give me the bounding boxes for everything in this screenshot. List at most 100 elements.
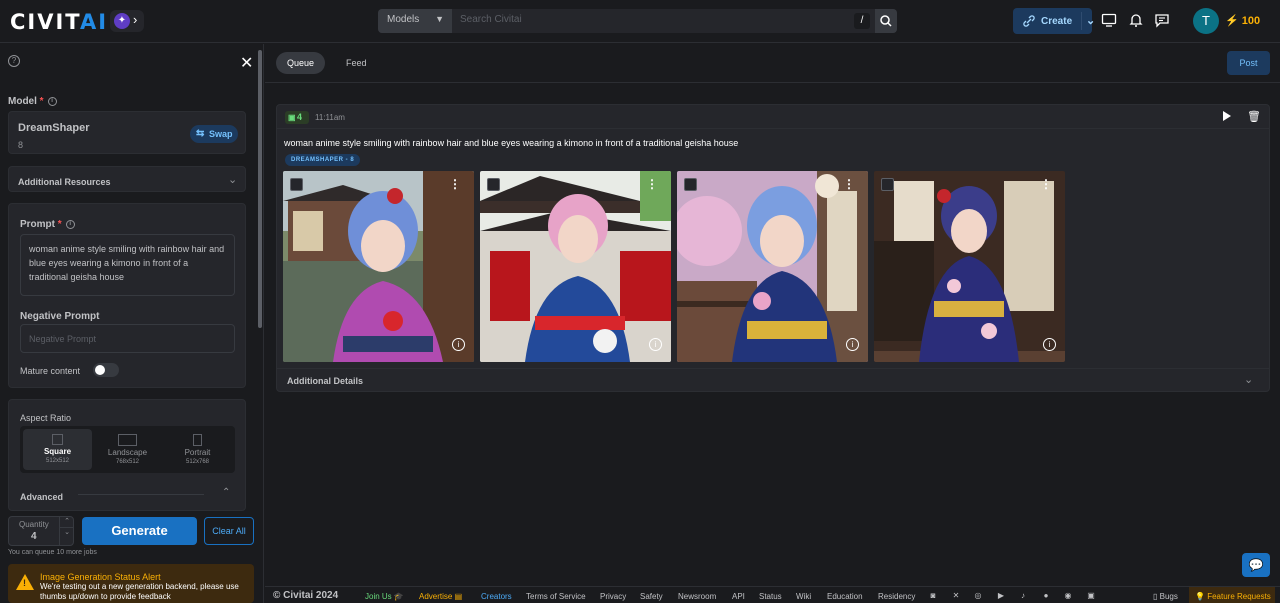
generation-prompt[interactable]: woman anime style smiling with rainbow h… <box>284 138 738 148</box>
chat-fab-button[interactable]: 💬 <box>1242 553 1270 577</box>
square-icon <box>52 434 63 445</box>
additional-details-accordion[interactable]: Additional Details ⌄ <box>277 368 1269 392</box>
more-options-icon[interactable]: ⋮ <box>646 177 658 191</box>
clear-all-button[interactable]: Clear All <box>204 517 254 545</box>
x-icon[interactable]: ✕ <box>950 591 962 602</box>
footer-link-privacy[interactable]: Privacy <box>600 592 626 601</box>
decrement-icon[interactable]: ⌄ <box>60 527 74 536</box>
advanced-accordion[interactable]: Advanced ⌃ <box>20 487 235 503</box>
footer-link-bugs[interactable]: ▯ Bugs <box>1153 592 1178 601</box>
increment-icon[interactable]: ⌃ <box>60 517 74 525</box>
generated-image[interactable]: ⋮ i <box>480 171 671 362</box>
chevron-down-icon: ⌄ <box>1086 15 1096 27</box>
aspect-square-option[interactable]: Square 512x512 <box>23 429 92 470</box>
footer-link-safety[interactable]: Safety <box>640 592 663 601</box>
create-button[interactable]: Create ⌄ <box>1013 8 1096 34</box>
sidebar-scrollbar[interactable] <box>258 50 262 328</box>
warning-icon: ! <box>16 574 34 590</box>
model-name: DreamShaper <box>18 122 90 134</box>
image-select-checkbox[interactable] <box>684 178 697 191</box>
search-category-select[interactable]: Models ▼ <box>378 9 452 33</box>
generate-button[interactable]: Generate <box>82 517 197 545</box>
github-icon[interactable]: ◉ <box>1062 591 1074 602</box>
generation-main-panel: Queue Feed Post ▣ 4 11:11am 🗑 woman anime… <box>265 44 1280 584</box>
generate-screen-icon[interactable] <box>1101 12 1117 28</box>
prompt-textarea[interactable]: woman anime style smiling with rainbow h… <box>20 234 235 296</box>
generated-image[interactable]: ⋮ i <box>677 171 868 362</box>
footer-link-terms[interactable]: Terms of Service <box>526 592 586 601</box>
footer-link-status[interactable]: Status <box>759 592 782 601</box>
reddit-icon[interactable]: ● <box>1040 591 1052 602</box>
tab-feed[interactable]: Feed <box>335 52 378 74</box>
additional-resources-accordion[interactable]: Additional Resources ⌄ <box>8 166 246 192</box>
generation-time: 11:11am <box>315 113 345 122</box>
tab-queue[interactable]: Queue <box>276 52 326 74</box>
image-count-badge: ▣ 4 <box>285 111 309 124</box>
lightning-icon: ⚡ <box>1225 15 1239 27</box>
chat-icon: 💬 <box>1248 558 1264 572</box>
image-select-checkbox[interactable] <box>881 178 894 191</box>
more-options-icon[interactable]: ⋮ <box>843 177 855 191</box>
footer-link-wiki[interactable]: Wiki <box>796 592 811 601</box>
image-select-checkbox[interactable] <box>290 178 303 191</box>
info-icon[interactable]: i <box>1043 338 1056 351</box>
aspect-ratio-selector: Square 512x512 Landscape 768x512 Portrai… <box>20 426 235 473</box>
trash-icon[interactable]: 🗑 <box>1247 110 1261 123</box>
footer-link-api[interactable]: API <box>732 592 745 601</box>
search-bar: Models ▼ Search Civitai / <box>378 9 897 33</box>
model-version: 8 <box>18 140 24 150</box>
post-button[interactable]: Post <box>1227 51 1270 75</box>
youtube-icon[interactable]: ▶ <box>995 591 1007 602</box>
chevron-down-icon: ▼ <box>435 14 444 24</box>
aspect-landscape-option[interactable]: Landscape 768x512 <box>93 429 162 470</box>
generated-image[interactable]: ⋮ i <box>283 171 474 362</box>
aspect-portrait-option[interactable]: Portrait 512x768 <box>163 429 232 470</box>
more-options-icon[interactable]: ⋮ <box>1040 177 1052 191</box>
footer-link-advertise[interactable]: Advertise ▤ <box>419 592 462 601</box>
search-button[interactable] <box>875 9 897 33</box>
discord-icon[interactable]: ◙ <box>927 591 939 602</box>
holiday-badge-icon: ✦ <box>114 13 130 29</box>
footer-link-join[interactable]: Join Us 🎓 <box>365 592 404 601</box>
chevron-up-icon: ⌃ <box>222 487 231 498</box>
chevron-down-icon: ⌄ <box>1244 374 1254 386</box>
prompt-label: Prompt * i <box>20 219 75 230</box>
feature-requests-button[interactable]: 💡 Feature Requests <box>1189 587 1275 603</box>
user-avatar[interactable]: T <box>1193 8 1219 34</box>
swap-model-button[interactable]: ⇆ Swap <box>190 125 238 143</box>
tiktok-icon[interactable]: ♪ <box>1017 591 1029 602</box>
more-options-icon[interactable]: ⋮ <box>449 177 461 191</box>
instagram-icon[interactable]: ◎ <box>972 591 984 602</box>
buzz-balance[interactable]: ⚡ 100 <box>1225 14 1260 27</box>
brand-menu-toggle[interactable]: ✦ › <box>110 10 144 32</box>
image-select-checkbox[interactable] <box>487 178 500 191</box>
mature-content-toggle[interactable] <box>93 363 119 377</box>
info-icon[interactable]: i <box>65 219 75 229</box>
newspaper-icon: ▤ <box>454 592 463 601</box>
additional-resources-label: Additional Resources <box>18 177 111 187</box>
model-card: DreamShaper 8 ⇆ Swap <box>8 111 246 154</box>
footer-link-newsroom[interactable]: Newsroom <box>678 592 716 601</box>
info-icon[interactable]: i <box>452 338 465 351</box>
play-icon[interactable] <box>1223 111 1231 121</box>
generated-image[interactable]: ⋮ i <box>874 171 1065 362</box>
close-icon[interactable]: ✕ <box>240 53 253 73</box>
chat-icon[interactable] <box>1154 12 1170 28</box>
negative-prompt-textarea[interactable]: Negative Prompt <box>20 324 235 353</box>
quantity-stepper[interactable]: Quantity 4 ⌃ ⌄ <box>8 516 74 546</box>
info-icon[interactable]: i <box>846 338 859 351</box>
footer-link-residency[interactable]: Residency <box>878 592 915 601</box>
info-icon[interactable]: i <box>47 96 57 106</box>
footer-link-creators[interactable]: Creators <box>481 592 512 601</box>
search-input[interactable]: Search Civitai <box>460 14 522 25</box>
info-icon[interactable]: i <box>649 338 662 351</box>
model-badge: DREAMSHAPER - 8 <box>285 154 361 166</box>
twitch-icon[interactable]: ▣ <box>1085 591 1097 602</box>
help-icon[interactable]: ? <box>8 55 20 67</box>
chevron-right-icon: › <box>133 12 138 27</box>
footer-link-education[interactable]: Education <box>827 592 863 601</box>
swap-icon: ⇆ <box>196 128 205 139</box>
bell-icon[interactable] <box>1128 12 1144 28</box>
search-shortcut-key: / <box>854 13 870 29</box>
civitai-logo[interactable]: CIVITAI <box>10 10 108 34</box>
